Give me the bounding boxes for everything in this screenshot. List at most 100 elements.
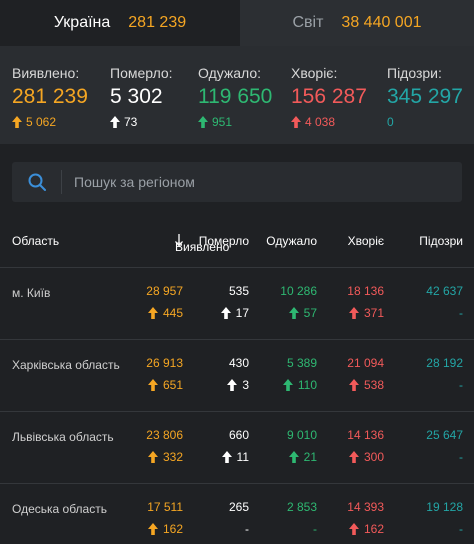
- sick-delta-value: 300: [363, 450, 384, 464]
- suspected-delta-value: -: [459, 450, 463, 464]
- tab-value: 281 239: [128, 14, 187, 31]
- recovered-delta: 21: [288, 450, 317, 464]
- arrow-up-icon: [12, 116, 22, 128]
- stat-label: Виявлено:: [12, 65, 80, 81]
- table-row[interactable]: Одеська область 17 511 162 265 - 2 853 - 14 393…: [0, 483, 474, 544]
- died-value: 265: [228, 500, 249, 514]
- region-search: [12, 162, 462, 202]
- stat-delta-value: 5 062: [26, 115, 57, 129]
- arrow-up-icon: [147, 379, 158, 391]
- arrow-up-icon: [110, 116, 120, 128]
- recovered-delta-value: 21: [303, 450, 317, 464]
- confirmed-value: 26 913: [146, 356, 183, 370]
- table-header: Область Виявлено Померло Одужало Хворіє …: [0, 228, 474, 254]
- confirmed-delta-value: 332: [162, 450, 183, 464]
- stat-value: 5 302: [110, 85, 163, 108]
- died-delta-value: 11: [236, 450, 249, 464]
- tab-world[interactable]: Світ 38 440 001: [240, 0, 474, 46]
- arrow-up-icon: [227, 379, 238, 391]
- recovered-delta: 110: [282, 378, 317, 392]
- stat-label: Хворіє:: [291, 65, 338, 81]
- suspected-delta-value: -: [459, 306, 463, 320]
- confirmed-delta-value: 162: [162, 522, 183, 536]
- table-row[interactable]: м. Київ 28 957 445 535 17 10 286 57 18 136 371 42…: [0, 267, 474, 339]
- region-name: Одеська область: [12, 502, 107, 516]
- suspected-value: 42 637: [426, 284, 463, 298]
- stat-delta: 4 038: [291, 115, 387, 129]
- recovered-delta-value: 57: [303, 306, 317, 320]
- died-delta-value: 3: [242, 378, 249, 392]
- confirmed-delta: 445: [147, 306, 183, 320]
- search-icon-wrap[interactable]: [12, 170, 62, 194]
- arrow-up-icon: [282, 379, 293, 391]
- search-input[interactable]: [74, 174, 434, 190]
- died-value: 660: [228, 428, 249, 442]
- header-confirmed[interactable]: Виявлено: [175, 234, 229, 254]
- stat-delta-value: 0: [387, 115, 394, 129]
- arrow-up-icon: [348, 523, 359, 535]
- suspected-delta: -: [459, 450, 463, 464]
- confirmed-delta: 651: [147, 378, 183, 392]
- died-delta-value: 17: [235, 306, 249, 320]
- sick-delta-value: 538: [363, 378, 384, 392]
- confirmed-value: 17 511: [147, 500, 183, 514]
- sick-delta-value: 371: [363, 306, 384, 320]
- confirmed-value: 28 957: [146, 284, 183, 298]
- stat-delta-value: 73: [124, 115, 138, 129]
- stat-label: Померло:: [110, 65, 173, 81]
- stat-suspected: Підозри: 345 297 0: [387, 46, 472, 144]
- suspected-delta-value: -: [459, 522, 463, 536]
- region-name: Харківська область: [12, 358, 120, 372]
- died-delta: 3: [227, 378, 249, 392]
- recovered-delta-value: -: [313, 522, 317, 536]
- tab-value: 38 440 001: [341, 14, 422, 31]
- sick-value: 21 094: [347, 356, 384, 370]
- header-region[interactable]: Область: [12, 234, 59, 248]
- stat-label: Підозри:: [387, 65, 442, 81]
- arrow-up-icon: [147, 523, 158, 535]
- header-sick[interactable]: Хворіє: [348, 234, 384, 248]
- suspected-delta: -: [459, 306, 463, 320]
- died-delta-value: -: [245, 522, 249, 536]
- confirmed-delta: 332: [147, 450, 183, 464]
- table-row[interactable]: Харківська область 26 913 651 430 3 5 389 110 2…: [0, 339, 474, 411]
- sick-delta: 538: [348, 378, 384, 392]
- header-recovered[interactable]: Одужало: [266, 234, 317, 248]
- died-value: 430: [228, 356, 249, 370]
- header-died[interactable]: Померло: [199, 234, 249, 248]
- arrow-up-icon: [221, 451, 232, 463]
- sick-delta-value: 162: [363, 522, 384, 536]
- suspected-delta: -: [459, 522, 463, 536]
- stat-value: 281 239: [12, 85, 88, 108]
- arrow-up-icon: [291, 116, 301, 128]
- tab-label: Світ: [292, 14, 324, 31]
- table-row[interactable]: Львівська область 23 806 332 660 11 9 010 21 14…: [0, 411, 474, 483]
- recovered-value: 9 010: [286, 428, 317, 442]
- suspected-delta: -: [459, 378, 463, 392]
- summary-panel: Виявлено: 281 239 5 062 Померло: 5 302 7…: [0, 46, 474, 144]
- arrow-up-icon: [288, 451, 299, 463]
- recovered-delta: 57: [288, 306, 317, 320]
- stat-died: Померло: 5 302 73: [110, 46, 198, 144]
- arrow-up-icon: [198, 116, 208, 128]
- suspected-value: 28 192: [426, 356, 463, 370]
- recovered-delta-value: 110: [297, 378, 317, 392]
- died-delta: 17: [220, 306, 249, 320]
- stat-confirmed: Виявлено: 281 239 5 062: [12, 46, 110, 144]
- sick-value: 14 393: [347, 500, 384, 514]
- died-delta: -: [245, 522, 249, 536]
- header-suspected[interactable]: Підозри: [419, 234, 463, 248]
- arrow-up-icon: [288, 307, 299, 319]
- stat-delta-value: 4 038: [305, 115, 336, 129]
- arrow-up-icon: [147, 451, 158, 463]
- stat-label: Одужало:: [198, 65, 262, 81]
- sick-delta: 162: [348, 522, 384, 536]
- stat-recovered: Одужало: 119 650 951: [198, 46, 291, 144]
- suspected-delta-value: -: [459, 378, 463, 392]
- recovered-delta: -: [313, 522, 317, 536]
- region-name: м. Київ: [12, 286, 51, 300]
- arrow-up-icon: [348, 379, 359, 391]
- confirmed-value: 23 806: [146, 428, 183, 442]
- tab-ukraine[interactable]: Україна 281 239: [0, 0, 240, 46]
- arrow-up-icon: [348, 307, 359, 319]
